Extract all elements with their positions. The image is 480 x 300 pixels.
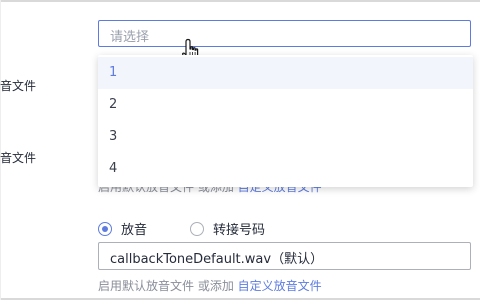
dropdown-option-4[interactable]: 4 [98, 153, 473, 185]
dropdown-option-2[interactable]: 2 [98, 89, 473, 121]
select-placeholder: 请选择 [110, 30, 150, 45]
audio-file-hint: 启用默认放音文件 或添加 自定义放音文件 [98, 277, 322, 294]
radio-transfer[interactable]: 转接号码 [190, 219, 265, 238]
radio-transfer-circle[interactable] [190, 221, 204, 236]
custom-audio-link[interactable]: 自定义放音文件 [238, 279, 322, 293]
hint-text: 启用默认放音文件 或添加 [98, 279, 238, 293]
audio-file-value: callbackToneDefault.wav（默认） [110, 252, 324, 267]
audio-file-label-1: 音文件 [0, 79, 37, 93]
top-border [0, 0, 480, 2]
select-dropdown: 1 2 3 4 [98, 55, 473, 187]
dropdown-option-3[interactable]: 3 [98, 121, 473, 153]
radio-play-label: 放音 [121, 223, 148, 238]
radio-transfer-label: 转接号码 [213, 223, 266, 238]
radio-play[interactable]: 放音 [98, 219, 147, 238]
dropdown-option-1[interactable]: 1 [98, 57, 473, 89]
radio-play-circle[interactable] [98, 221, 112, 236]
audio-file-input[interactable]: callbackToneDefault.wav（默认） [98, 242, 471, 270]
audio-file-label-2: 音文件 [0, 151, 37, 165]
audio-file-select[interactable]: 请选择 [98, 20, 471, 47]
